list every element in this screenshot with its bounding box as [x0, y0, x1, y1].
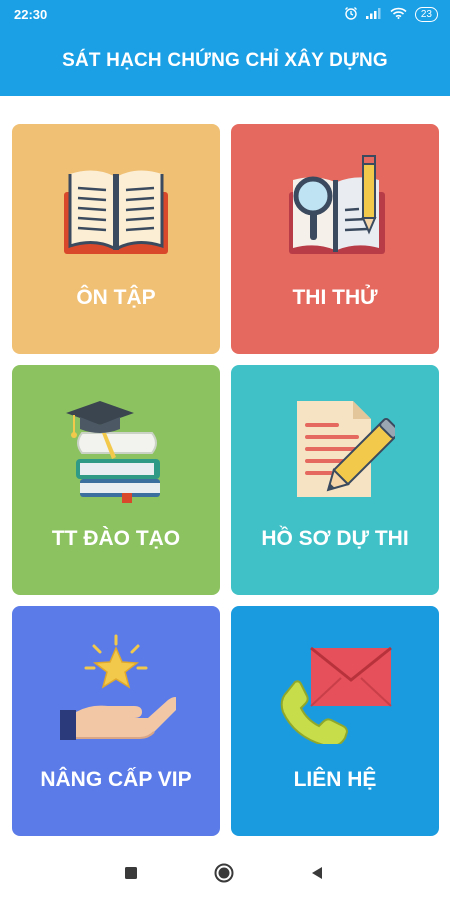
- tile-ho-so-du-thi[interactable]: HỒ SƠ DỰ THI: [231, 365, 439, 595]
- recents-square-icon[interactable]: [124, 866, 138, 885]
- open-book-icon: [56, 152, 176, 262]
- hand-star-icon: [56, 634, 181, 744]
- tile-tt-dao-tao[interactable]: TT ĐÀO TẠO: [12, 365, 220, 595]
- graduation-books-icon: [56, 393, 176, 505]
- tile-label: LIÊN HỆ: [293, 768, 377, 791]
- alarm-icon: [344, 6, 358, 23]
- tile-thi-thu[interactable]: THI THỬ: [231, 124, 439, 354]
- tile-label: HỒ SƠ DỰ THI: [261, 527, 409, 550]
- magnifier-book-pencil-icon: [275, 152, 395, 262]
- status-icons: 23: [344, 6, 438, 23]
- status-bar: 22:30 23: [0, 0, 450, 30]
- battery-icon: 23: [414, 7, 438, 22]
- home-circle-icon[interactable]: [214, 863, 234, 888]
- signal-icon: [365, 7, 382, 22]
- page-title: SÁT HẠCH CHỨNG CHỈ XÂY DỰNG: [62, 50, 388, 71]
- document-pencil-icon: [275, 393, 401, 503]
- phone-envelope-icon: [275, 634, 395, 748]
- tile-lien-he[interactable]: LIÊN HỆ: [231, 606, 439, 836]
- back-triangle-icon[interactable]: [310, 866, 324, 885]
- tile-label: TT ĐÀO TẠO: [51, 527, 181, 550]
- status-time: 22:30: [14, 7, 48, 22]
- tile-on-tap[interactable]: ÔN TẬP: [12, 124, 220, 354]
- wifi-icon: [390, 7, 407, 22]
- tile-label: ÔN TẬP: [76, 286, 156, 309]
- tile-nang-cap-vip[interactable]: NÂNG CẤP VIP: [12, 606, 220, 836]
- tile-label: NÂNG CẤP VIP: [40, 768, 192, 791]
- navigation-bar: [0, 846, 450, 900]
- tile-label: THI THỬ: [292, 286, 378, 309]
- app-bar: 22:30 23 SÁT HẠCH CHỨNG CHỈ XÂY DỰNG: [0, 0, 450, 96]
